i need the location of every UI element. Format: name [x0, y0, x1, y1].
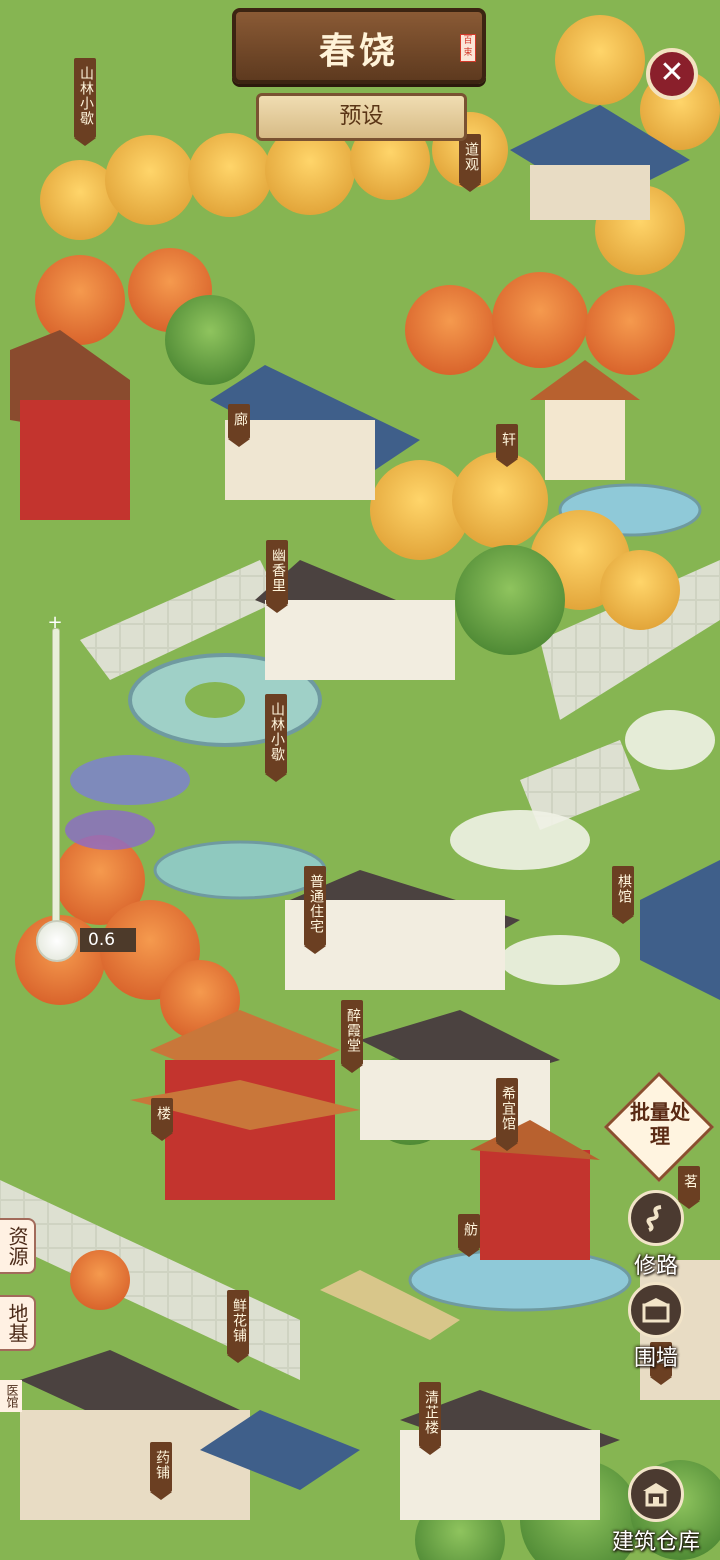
label-tower[interactable]: 楼 — [151, 1098, 173, 1141]
label-pharmacy[interactable]: 药铺 — [150, 1442, 172, 1500]
label-corridor[interactable]: 廊 — [228, 404, 250, 447]
road-icon — [628, 1190, 684, 1246]
close-button[interactable]: ✕ — [646, 48, 698, 100]
warehouse-icon — [628, 1466, 684, 1522]
wall-label: 围墙 — [633, 1346, 678, 1371]
label-fragrant-lane[interactable]: 幽香里 — [266, 540, 288, 613]
close-icon: ✕ — [659, 55, 685, 90]
batch-process-label: 批量处理 — [630, 1100, 690, 1148]
preset-button[interactable]: 预设 — [256, 93, 467, 141]
title-seal: 百束 — [460, 34, 476, 62]
label-flower-shop[interactable]: 鲜花铺 — [227, 1290, 249, 1363]
label-qingzhi-tower[interactable]: 清芷楼 — [419, 1382, 441, 1455]
wall-icon — [628, 1282, 684, 1338]
zoom-slider-thumb[interactable] — [36, 920, 78, 962]
title-board: 春饶 百束 — [232, 8, 486, 84]
clinic-tab[interactable]: 医馆 — [0, 1380, 22, 1412]
label-common-house[interactable]: 普通住宅 — [304, 866, 326, 954]
build-road-button[interactable]: 修路 — [614, 1190, 698, 1280]
scene-title: 春饶 — [318, 30, 399, 72]
label-mountain-rest[interactable]: 山林小歇 — [74, 58, 96, 146]
warehouse-button[interactable]: 建筑仓库 — [598, 1466, 714, 1556]
garden-map[interactable] — [0, 0, 720, 1560]
label-mountain-rest-2[interactable]: 山林小歇 — [265, 694, 287, 782]
foundation-tab[interactable]: 地基 — [0, 1295, 36, 1351]
label-taoist-temple[interactable]: 道观 — [459, 134, 481, 192]
label-boat[interactable]: 舫 — [458, 1214, 480, 1257]
warehouse-label: 建筑仓库 — [611, 1530, 700, 1555]
wall-button[interactable]: 围墙 — [614, 1282, 698, 1372]
resources-tab[interactable]: 资源 — [0, 1218, 36, 1274]
label-pavilion[interactable]: 轩 — [496, 424, 518, 467]
label-zuixia-hall[interactable]: 醉霞堂 — [341, 1000, 363, 1073]
zoom-slider-track[interactable] — [52, 628, 60, 940]
build-road-label: 修路 — [633, 1254, 678, 1279]
zoom-value: 0.6 — [80, 928, 136, 952]
label-xiyi-hall[interactable]: 希宜馆 — [496, 1078, 518, 1151]
label-chess-hall[interactable]: 棋馆 — [612, 866, 634, 924]
